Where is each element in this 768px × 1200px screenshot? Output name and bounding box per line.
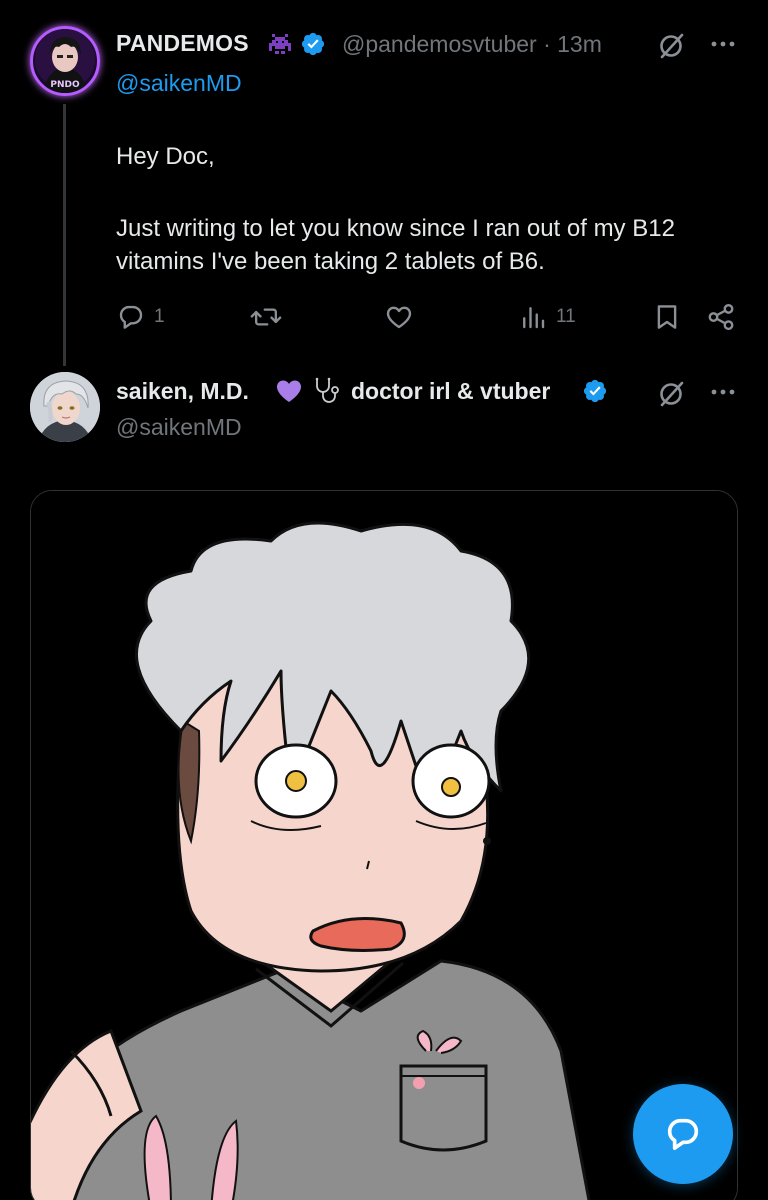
- reply-count: 1: [154, 306, 165, 327]
- tweet-text-greeting: Hey Doc,: [116, 143, 215, 170]
- bookmark-icon: [657, 305, 677, 329]
- stethoscope-icon: [315, 377, 339, 403]
- reply-button[interactable]: 1: [116, 300, 165, 334]
- tweet-media-image[interactable]: [30, 490, 738, 1200]
- like-button[interactable]: [384, 300, 414, 334]
- tweet-header: PANDEMOS @pandemosvtuber · 13m: [116, 30, 756, 60]
- reply-icon: [119, 305, 143, 329]
- avatar-pandemos-art: PNDO: [35, 29, 95, 93]
- tweet-text-body: Just writing to let you know since I ran…: [116, 215, 675, 275]
- like-icon: [386, 306, 412, 329]
- page: PNDO PANDEMOS @pandemosvtuber · 13m @sai…: [0, 0, 768, 1200]
- thread-line: [63, 104, 66, 366]
- views-icon: [523, 307, 545, 329]
- more-icon[interactable]: [706, 378, 740, 406]
- space-invader-icon: [269, 34, 291, 54]
- display-name-saiken[interactable]: saiken, M.D.: [116, 378, 249, 405]
- purple-heart-icon: [277, 380, 301, 402]
- bio-tag: doctor irl & vtuber: [351, 378, 551, 404]
- bookmark-button[interactable]: [652, 300, 682, 334]
- replying-to-handle[interactable]: @saikenMD: [116, 70, 242, 97]
- tweet-text: Hey Doc, Just writing to let you know si…: [116, 140, 756, 278]
- display-name[interactable]: PANDEMOS: [116, 30, 249, 57]
- repost-icon: [250, 308, 282, 326]
- grok-icon[interactable]: [656, 380, 688, 408]
- view-count: 11: [556, 306, 576, 327]
- repost-button[interactable]: [250, 300, 282, 334]
- share-icon: [708, 303, 734, 331]
- share-button[interactable]: [706, 300, 736, 334]
- svg-text:PNDO: PNDO: [50, 80, 80, 90]
- avatar-saiken-art: [30, 372, 100, 442]
- grok-icon[interactable]: [656, 32, 688, 60]
- views-button[interactable]: 11: [518, 300, 576, 334]
- more-icon[interactable]: [706, 30, 740, 58]
- handle-saiken[interactable]: @saikenMD: [116, 414, 242, 441]
- verified-badge-icon[interactable]: [582, 378, 608, 404]
- compose-reply-icon: [667, 1118, 699, 1150]
- verified-badge-icon[interactable]: [300, 31, 326, 57]
- tweet-pandemos[interactable]: PNDO PANDEMOS @pandemosvtuber · 13m @sai…: [0, 0, 768, 366]
- handle-and-timestamp[interactable]: @pandemosvtuber · 13m: [342, 31, 602, 58]
- shocked-doctor-drawing: [31, 491, 737, 1200]
- tweet-actions: 1 11: [116, 300, 756, 334]
- tweet-header-saiken: saiken, M.D. doctor irl & vtuber: [116, 376, 756, 408]
- compose-reply-button[interactable]: [633, 1084, 733, 1184]
- avatar-saiken[interactable]: [30, 372, 100, 442]
- avatar-pandemos[interactable]: PNDO: [30, 26, 100, 96]
